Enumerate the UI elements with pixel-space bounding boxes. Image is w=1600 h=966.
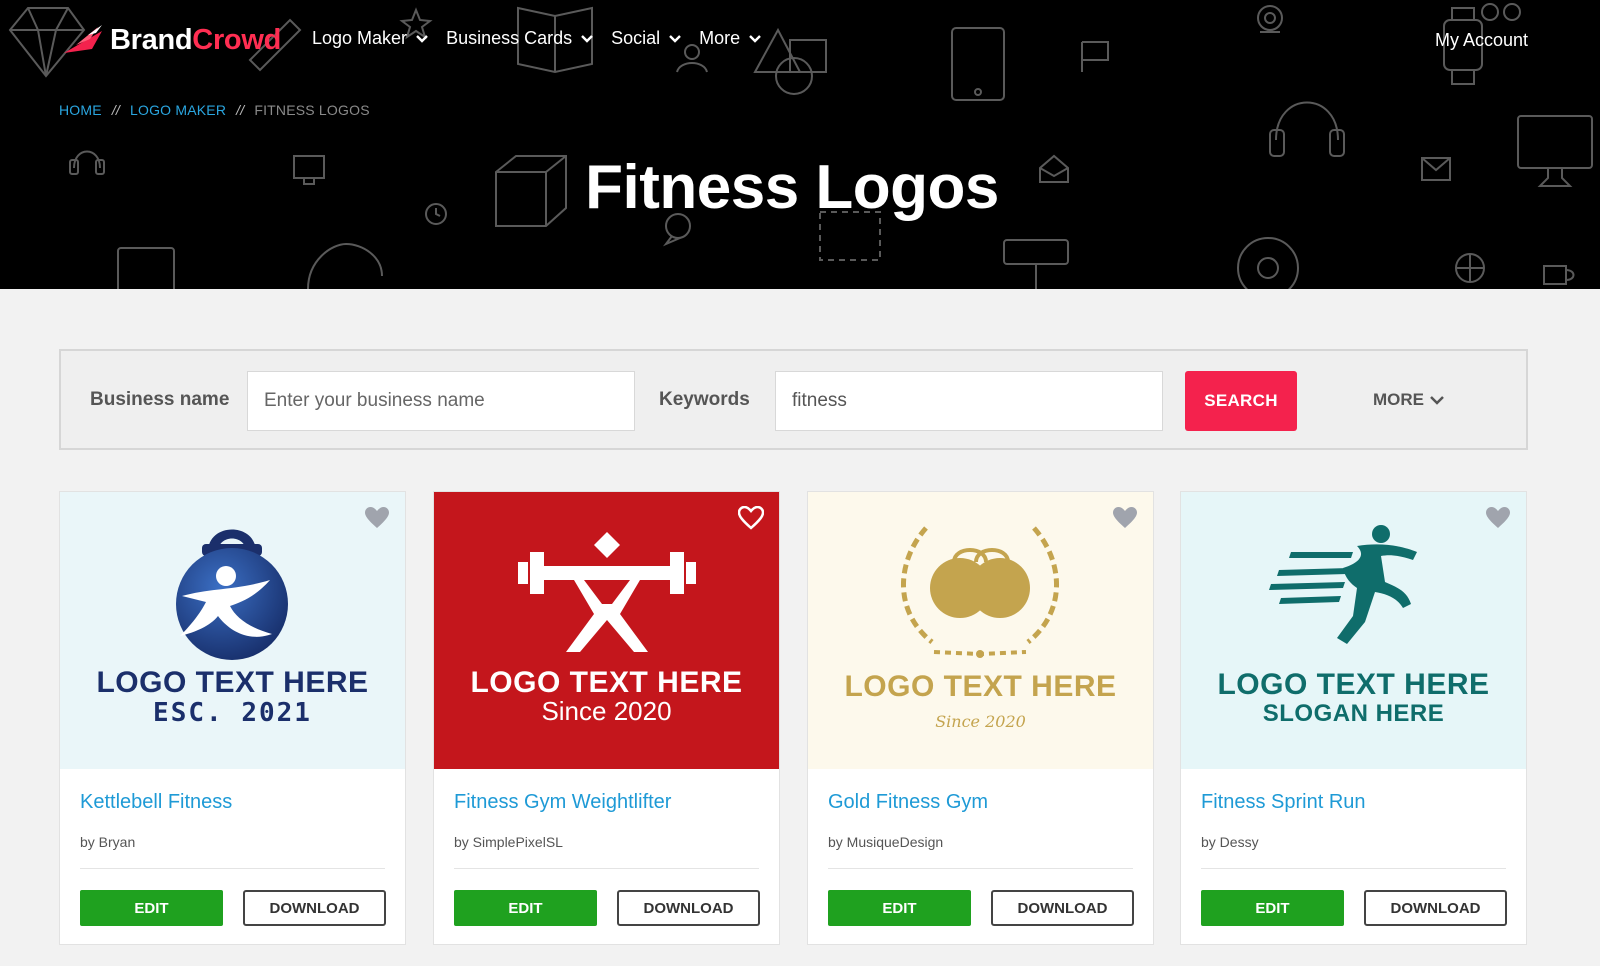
chevron-down-icon — [416, 34, 428, 43]
heart-icon[interactable] — [1112, 506, 1138, 530]
nav-business-cards[interactable]: Business Cards — [446, 28, 594, 49]
edit-button[interactable]: EDIT — [1201, 890, 1344, 926]
logo-preview[interactable]: LOGO TEXT HERE Since 2020 — [434, 492, 779, 769]
logo-card[interactable]: LOGO TEXT HERE ESC. 2021 Kettlebell Fitn… — [59, 491, 406, 945]
headphones-icon — [1269, 101, 1345, 157]
breadcrumb-home[interactable]: HOME — [59, 102, 102, 118]
edit-button[interactable]: EDIT — [80, 890, 223, 926]
logo-text-line1: LOGO TEXT HERE — [844, 670, 1117, 703]
divider — [454, 868, 759, 869]
my-account-link[interactable]: My Account — [1435, 30, 1528, 51]
card-title[interactable]: Gold Fitness Gym — [828, 791, 988, 814]
logo-preview[interactable]: LOGO TEXT HERE SLOGAN HERE — [1181, 492, 1526, 769]
logo-text-line1: LOGO TEXT HERE — [1217, 668, 1490, 701]
breadcrumb: HOME // LOGO MAKER // FITNESS LOGOS — [59, 102, 370, 118]
download-button[interactable]: DOWNLOAD — [243, 890, 386, 926]
paint-roller-icon — [1003, 239, 1069, 289]
heart-icon[interactable] — [364, 506, 390, 530]
logo-card[interactable]: LOGO TEXT HERE Since 2020 Gold Fitness G… — [807, 491, 1154, 945]
nav-logo-maker[interactable]: Logo Maker — [312, 28, 429, 49]
card-title[interactable]: Fitness Gym Weightlifter — [454, 791, 671, 814]
brandcrowd-logo-icon — [64, 25, 102, 53]
brand-name-part2: Crowd — [192, 23, 282, 56]
logo-text-line1: LOGO TEXT HERE — [470, 666, 743, 699]
edit-button[interactable]: EDIT — [828, 890, 971, 926]
breadcrumb-separator: // — [236, 102, 245, 118]
chevron-down-icon — [581, 34, 593, 43]
logo-card[interactable]: LOGO TEXT HERE Since 2020 Fitness Gym We… — [433, 491, 780, 945]
page-title: Fitness Logos — [585, 153, 999, 222]
card-title[interactable]: Fitness Sprint Run — [1201, 791, 1366, 814]
top-navigation: BrandCrowd Logo Maker Business Cards Soc… — [0, 0, 1600, 82]
card-title[interactable]: Kettlebell Fitness — [80, 791, 232, 814]
speaker-icon — [1237, 237, 1299, 289]
divider — [828, 868, 1133, 869]
mug-icon — [1543, 265, 1575, 285]
logo-text-line1: LOGO TEXT HERE — [96, 666, 369, 699]
breadcrumb-current: FITNESS LOGOS — [254, 102, 370, 118]
card-author: by SimplePixelSL — [454, 834, 563, 850]
logo-text-line2: Since 2020 — [935, 712, 1026, 731]
card-author: by Dessy — [1201, 834, 1259, 850]
divider — [80, 868, 385, 869]
brand-name-part1: Brand — [110, 23, 193, 56]
download-button[interactable]: DOWNLOAD — [617, 890, 760, 926]
business-name-label: Business name — [90, 389, 230, 410]
chevron-down-icon — [669, 34, 682, 43]
heart-icon[interactable] — [1485, 506, 1511, 530]
chevron-down-icon — [1430, 396, 1444, 405]
card-author: by MusiqueDesign — [828, 834, 944, 850]
chevron-down-icon — [749, 34, 762, 43]
weightlifter-logo-graphic — [518, 532, 696, 652]
download-button[interactable]: DOWNLOAD — [1364, 890, 1507, 926]
tablet-small-icon — [117, 247, 175, 289]
nav-more[interactable]: More — [699, 28, 762, 49]
divider — [1201, 868, 1506, 869]
business-name-input[interactable] — [247, 371, 635, 431]
card-author: by Bryan — [80, 834, 136, 850]
heart-icon[interactable] — [738, 506, 764, 530]
nav-links: Logo Maker Business Cards Social More — [312, 28, 779, 49]
logo-text-line2: ESC. 2021 — [153, 698, 312, 728]
basketball-icon — [1455, 253, 1485, 283]
breadcrumb-separator: // — [111, 102, 120, 118]
logo-text-line2: Since 2020 — [541, 696, 672, 726]
more-filters-toggle[interactable]: MORE — [1373, 390, 1445, 410]
search-bar: Business name Keywords SEARCH MORE — [59, 349, 1528, 450]
logo-text-line2: SLOGAN HERE — [1262, 700, 1445, 727]
breadcrumb-logo-maker[interactable]: LOGO MAKER — [130, 102, 226, 118]
keywords-input[interactable] — [775, 371, 1163, 431]
logo-card[interactable]: LOGO TEXT HERE SLOGAN HERE Fitness Sprin… — [1180, 491, 1527, 945]
hero-banner: BrandCrowd Logo Maker Business Cards Soc… — [0, 0, 1600, 289]
search-button[interactable]: SEARCH — [1185, 371, 1297, 431]
edit-button[interactable]: EDIT — [454, 890, 597, 926]
logo-preview[interactable]: LOGO TEXT HERE Since 2020 — [808, 492, 1153, 769]
nav-social[interactable]: Social — [611, 28, 682, 49]
pie-chart-icon — [307, 242, 383, 289]
download-button[interactable]: DOWNLOAD — [991, 890, 1134, 926]
logo-preview[interactable]: LOGO TEXT HERE ESC. 2021 — [60, 492, 405, 769]
brand-logo[interactable]: BrandCrowd — [62, 22, 281, 58]
keywords-label: Keywords — [659, 389, 750, 410]
